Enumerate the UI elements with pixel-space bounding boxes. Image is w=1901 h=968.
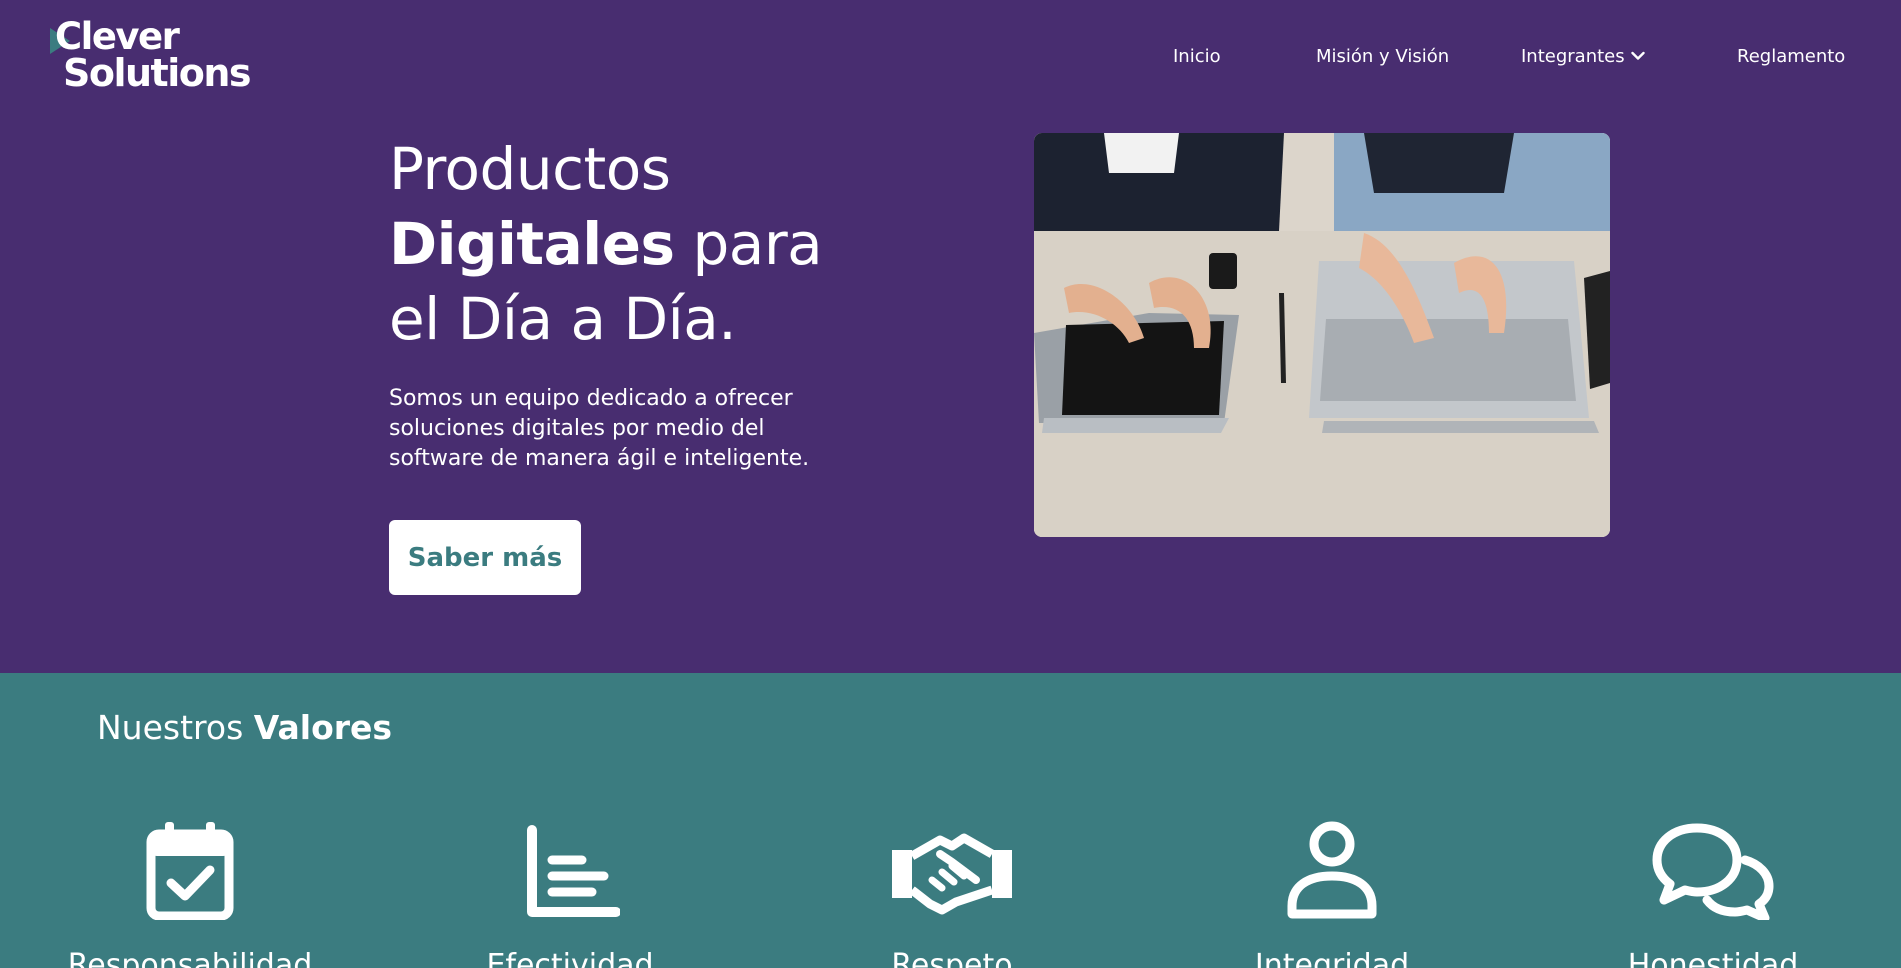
hero-photo-laptops xyxy=(1034,133,1610,537)
hero-title-part2: para xyxy=(674,210,823,278)
value-label: Honestidad xyxy=(1627,948,1799,968)
value-label: Integridad xyxy=(1254,948,1410,968)
hero-title-part1: Productos xyxy=(389,135,671,203)
value-label: Efectividad xyxy=(486,948,654,968)
value-efectividad: Efectividad xyxy=(420,820,720,968)
chevron-down-icon xyxy=(1630,51,1645,60)
value-label: Responsabilidad xyxy=(67,948,313,968)
nav-inicio[interactable]: Inicio xyxy=(1173,46,1221,67)
values-title-bold: Valores xyxy=(253,708,393,747)
hero-title-part3: el Día a Día. xyxy=(389,285,737,353)
value-label: Respeto xyxy=(891,948,1013,968)
calendar-check-icon xyxy=(146,822,234,920)
value-respeto: Respeto xyxy=(802,820,1102,968)
nav-integrantes-dropdown[interactable]: Integrantes xyxy=(1521,46,1645,67)
nav-reglamento[interactable]: Reglamento xyxy=(1737,46,1845,67)
values-title: Nuestros Valores xyxy=(97,708,392,747)
hero-title-bold: Digitales xyxy=(389,210,675,278)
chat-bubbles-icon xyxy=(1652,823,1774,920)
nav-mision-vision[interactable]: Misión y Visión xyxy=(1316,46,1449,67)
hero-description: Somos un equipo dedicado a ofrecer soluc… xyxy=(389,386,810,471)
saber-mas-button[interactable]: Saber más xyxy=(389,520,581,595)
bar-chart-icon xyxy=(527,825,620,917)
value-responsabilidad: Responsabilidad xyxy=(40,820,340,968)
brand-line2: Solutions xyxy=(63,51,252,95)
brand-logo[interactable]: Clever Solutions xyxy=(48,16,258,96)
value-integridad: Integridad xyxy=(1182,820,1482,968)
user-icon xyxy=(1287,821,1377,919)
values-title-normal: Nuestros xyxy=(97,708,254,747)
hero-heading: Productos Digitales para el Día a Día. xyxy=(389,132,949,357)
value-honestidad: Honestidad xyxy=(1563,820,1863,968)
nav-integrantes-label: Integrantes xyxy=(1521,46,1625,67)
handshake-icon xyxy=(892,833,1012,915)
hero-section: Clever Solutions Inicio Misión y Visión … xyxy=(0,0,1901,673)
